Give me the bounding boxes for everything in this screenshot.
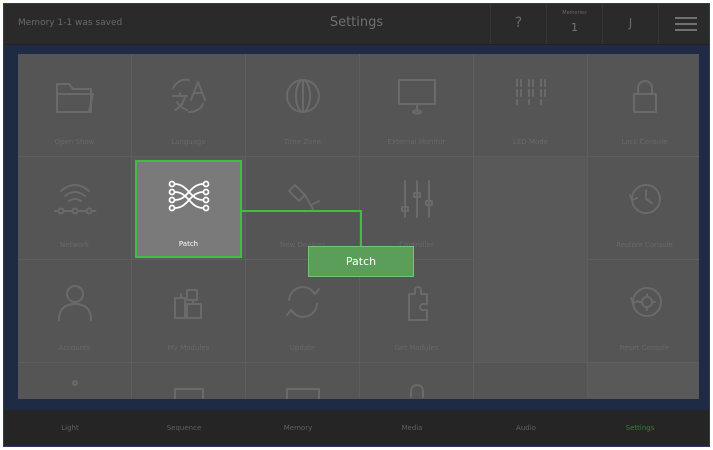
user-initial: J — [628, 16, 633, 30]
tile-label: Network — [59, 241, 90, 249]
tile-label: Lock Console — [621, 138, 668, 146]
monitor-icon — [398, 79, 436, 115]
tile-label: Get Modules — [394, 344, 439, 352]
tile-led-mode[interactable]: LED Mode — [474, 54, 588, 157]
partial-icon — [410, 384, 424, 398]
empty-slot — [588, 363, 699, 399]
tile-label: Reset Console — [619, 344, 670, 352]
tab-audio[interactable]: Audio — [469, 424, 583, 432]
tile-row4-3[interactable] — [246, 363, 360, 399]
empty-slot — [474, 157, 588, 363]
wifi-network-icon — [54, 184, 97, 215]
tile-label: Update — [289, 344, 316, 352]
tile-row4-2[interactable] — [132, 363, 246, 399]
globe-icon — [286, 79, 320, 113]
tile-controller[interactable]: Controller — [360, 157, 474, 260]
tile-reset-console[interactable]: Reset Console — [588, 260, 699, 363]
tab-memory[interactable]: Memory — [241, 424, 355, 432]
app-window: Memory 1-1 was saved Settings ? Memories… — [3, 3, 710, 447]
user-icon — [58, 285, 92, 321]
tile-restore-console[interactable]: Restore Console — [588, 157, 699, 260]
puzzle-modules-icon — [174, 289, 202, 319]
tile-label: Accounts — [58, 344, 91, 352]
tile-external-monitor[interactable]: External Monitor — [360, 54, 474, 157]
settings-grid: Open Show Language Time Zone External Mo… — [18, 54, 699, 399]
memories-button[interactable]: Memories 1 — [546, 4, 602, 44]
tab-media[interactable]: Media — [355, 424, 469, 432]
menu-button[interactable] — [658, 4, 709, 44]
tile-open-show[interactable]: Open Show — [18, 54, 132, 157]
tile-label: Restore Console — [616, 241, 673, 249]
help-icon: ? — [514, 15, 523, 31]
tab-sequence[interactable]: Sequence — [127, 424, 241, 432]
bottom-tab-bar: Light Sequence Memory Media Audio Settin… — [4, 410, 709, 446]
top-bar: Memory 1-1 was saved Settings ? Memories… — [4, 4, 709, 45]
tile-label: Language — [171, 138, 206, 146]
partial-icon — [72, 380, 78, 386]
user-button[interactable]: J — [602, 4, 658, 44]
tile-label: Time Zone — [283, 138, 322, 146]
partial-icon — [286, 388, 320, 399]
led-matrix-icon — [516, 79, 546, 105]
puzzle-icon — [408, 286, 428, 321]
tile-network[interactable]: Network — [18, 157, 132, 260]
patch-tooltip: Patch — [308, 246, 414, 277]
tile-time-zone[interactable]: Time Zone — [246, 54, 360, 157]
tile-accounts[interactable]: Accounts — [18, 260, 132, 363]
lock-icon — [633, 80, 657, 113]
refresh-icon — [286, 286, 320, 318]
tile-label: My Modules — [167, 344, 210, 352]
gear-reset-icon — [630, 287, 662, 317]
memories-value: 1 — [571, 21, 578, 34]
tile-row4-5[interactable] — [474, 363, 588, 399]
tile-label: Patch — [178, 240, 199, 248]
tile-patch[interactable]: Patch — [135, 160, 242, 258]
translate-icon — [172, 78, 206, 113]
device-icon — [288, 184, 320, 210]
tile-new-devices[interactable]: New Devices — [246, 157, 360, 260]
tile-my-modules[interactable]: My Modules — [132, 260, 246, 363]
tile-language[interactable]: Language — [132, 54, 246, 157]
tile-row4-1[interactable] — [18, 363, 132, 399]
memories-label: Memories — [562, 10, 587, 16]
tab-light[interactable]: Light — [13, 424, 127, 432]
partial-icon — [174, 388, 204, 399]
clock-restore-icon — [629, 184, 661, 214]
tile-label: Open Show — [54, 138, 95, 146]
tile-label: External Monitor — [387, 138, 446, 146]
patch-cables-icon — [168, 180, 210, 212]
faders-icon — [401, 180, 433, 218]
tile-label: LED Mode — [512, 138, 548, 146]
help-button[interactable]: ? — [490, 4, 546, 44]
partial-icon — [509, 383, 553, 399]
tab-settings[interactable]: Settings — [583, 424, 697, 432]
folder-icon — [56, 83, 94, 113]
tile-row4-4[interactable] — [360, 363, 474, 399]
tile-lock-console[interactable]: Lock Console — [588, 54, 699, 157]
